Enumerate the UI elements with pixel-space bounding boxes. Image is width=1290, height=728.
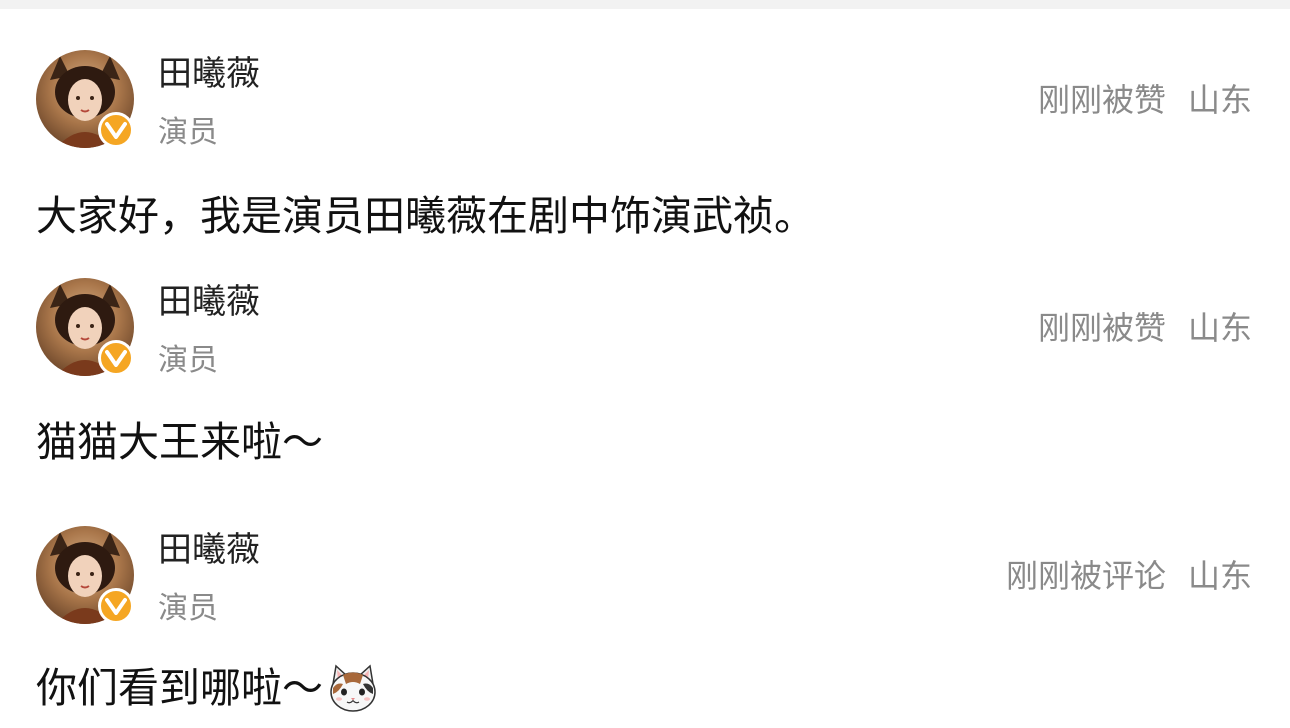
post-meta: 刚刚被赞 山东 bbox=[1038, 80, 1252, 120]
verified-v-icon bbox=[98, 112, 134, 148]
author-name[interactable]: 田曦薇 bbox=[158, 280, 260, 324]
verified-v-icon bbox=[98, 340, 134, 376]
post-content: 你们看到哪啦～ bbox=[36, 662, 379, 714]
cat-face-emoji bbox=[327, 662, 379, 714]
notification-status: 刚刚被赞 bbox=[1037, 309, 1166, 347]
post-content: 大家好，我是演员田曦薇在剧中饰演武祯。 bbox=[36, 190, 815, 242]
notification-status: 刚刚被赞 bbox=[1037, 81, 1166, 119]
author-name[interactable]: 田曦薇 bbox=[158, 528, 260, 572]
avatar[interactable] bbox=[36, 526, 134, 624]
author-role: 演员 bbox=[158, 591, 218, 626]
avatar[interactable] bbox=[36, 50, 134, 148]
location-label: 山东 bbox=[1187, 557, 1252, 595]
notification-status: 刚刚被评论 bbox=[1005, 557, 1166, 595]
location-label: 山东 bbox=[1187, 309, 1252, 347]
avatar[interactable] bbox=[36, 278, 134, 376]
location-label: 山东 bbox=[1187, 81, 1252, 119]
author-role: 演员 bbox=[158, 343, 218, 378]
post-text: 猫猫大王来啦～ bbox=[36, 418, 323, 466]
verified-v-icon bbox=[98, 588, 134, 624]
author-name[interactable]: 田曦薇 bbox=[158, 52, 260, 96]
post-content: 猫猫大王来啦～ bbox=[36, 416, 323, 468]
post-meta: 刚刚被评论 山东 bbox=[1006, 556, 1252, 596]
post-text: 大家好，我是演员田曦薇在剧中饰演武祯。 bbox=[36, 192, 815, 240]
post-meta: 刚刚被赞 山东 bbox=[1038, 308, 1252, 348]
post-text: 你们看到哪啦～ bbox=[36, 664, 323, 712]
author-role: 演员 bbox=[158, 115, 218, 150]
top-divider bbox=[0, 0, 1290, 9]
